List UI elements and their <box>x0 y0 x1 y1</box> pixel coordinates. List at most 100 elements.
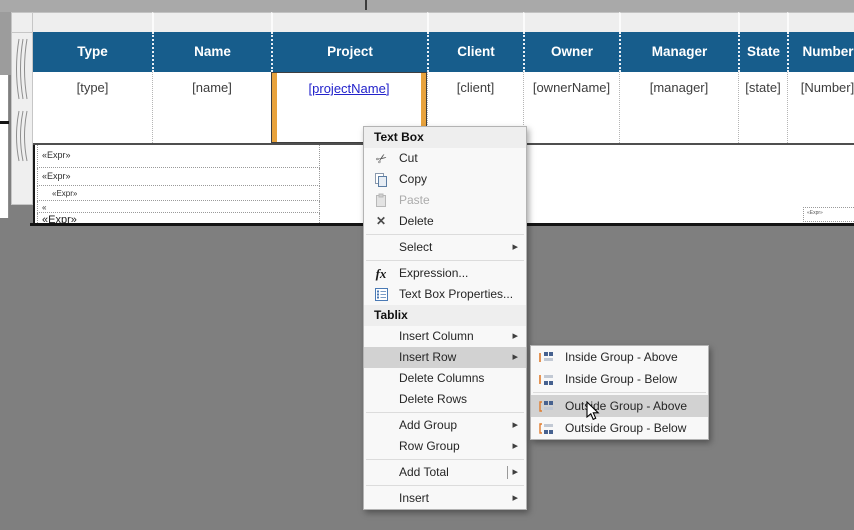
submenu-item-outside-group-above[interactable]: Outside Group - Above <box>531 395 708 417</box>
data-cell-name[interactable]: [name] <box>152 72 271 143</box>
menu-separator <box>366 260 524 261</box>
report-designer-canvas: Type Name Project Client Owner Manager S… <box>0 0 854 530</box>
menu-item-delete-rows[interactable]: Delete Rows <box>364 389 526 410</box>
submenu-item-outside-group-below[interactable]: Outside Group - Below <box>531 417 708 439</box>
column-handle[interactable] <box>738 12 787 32</box>
split-button-divider <box>507 466 508 479</box>
menu-item-delete-columns[interactable]: Delete Columns <box>364 368 526 389</box>
menu-item-label: Insert Row <box>399 350 457 364</box>
submenu-item-inside-group-below[interactable]: Inside Group - Below <box>531 368 708 390</box>
header-cell-state[interactable]: State <box>738 32 787 72</box>
column-handle[interactable] <box>152 12 271 32</box>
context-menu: Text Box ✂ Cut Copy Paste ✕ Delete Selec… <box>363 126 527 510</box>
column-handle[interactable] <box>619 12 738 32</box>
menu-item-label: Delete Columns <box>399 371 485 385</box>
menu-item-text-box-properties[interactable]: Text Box Properties... <box>364 284 526 305</box>
header-cell-name[interactable]: Name <box>152 32 271 72</box>
menu-item-label: Expression... <box>399 266 469 280</box>
table-header-row: Type Name Project Client Owner Manager S… <box>33 32 854 72</box>
project-name-link[interactable]: [projectName] <box>309 81 390 96</box>
row-handle-column[interactable] <box>11 12 33 205</box>
menu-item-label: Cut <box>399 151 418 165</box>
submenu-item-inside-group-above[interactable]: Inside Group - Above <box>531 346 708 368</box>
menu-item-paste[interactable]: Paste <box>364 190 526 211</box>
menu-item-label: Delete <box>399 214 434 228</box>
column-handle[interactable] <box>787 12 854 32</box>
menu-item-add-total[interactable]: Add Total <box>364 462 526 483</box>
menu-item-label: Text Box Properties... <box>399 287 514 301</box>
menu-item-cut[interactable]: ✂ Cut <box>364 148 526 169</box>
menu-item-expression[interactable]: fx Expression... <box>364 263 526 284</box>
column-handle[interactable] <box>33 12 152 32</box>
submenu-item-label: Inside Group - Above <box>565 350 678 364</box>
header-cell-type[interactable]: Type <box>33 32 152 72</box>
page-number-textbox[interactable]: «Expr» <box>803 207 854 222</box>
insert-row-inside-below-icon <box>538 372 555 394</box>
menu-item-insert-row[interactable]: Insert Row <box>364 347 526 368</box>
menu-item-row-group[interactable]: Row Group <box>364 436 526 457</box>
selection-handle-left[interactable] <box>272 73 277 142</box>
submenu-item-label: Outside Group - Above <box>565 399 688 413</box>
menu-item-label: Delete Rows <box>399 392 468 406</box>
paste-icon <box>371 190 391 211</box>
menu-section-header-textbox: Text Box <box>364 127 526 148</box>
menu-separator <box>366 412 524 413</box>
data-cell-owner[interactable]: [ownerName] <box>523 72 619 143</box>
fx-icon: fx <box>375 266 387 281</box>
menu-item-copy[interactable]: Copy <box>364 169 526 190</box>
page-left-margin <box>0 75 9 218</box>
footer-textboxes: «Expr» «Expr» «Expr» « «Expr» <box>37 145 320 225</box>
menu-item-label: Select <box>399 240 433 254</box>
footer-expression-textbox[interactable]: « <box>37 201 320 213</box>
column-handles-row <box>33 12 854 32</box>
menu-separator <box>366 459 524 460</box>
header-cell-owner[interactable]: Owner <box>523 32 619 72</box>
menu-item-label: Paste <box>399 193 430 207</box>
menu-item-label: Insert Column <box>399 329 474 343</box>
menu-separator <box>366 234 524 235</box>
ruler-tick <box>365 0 367 10</box>
insert-row-outside-below-icon <box>538 421 555 443</box>
menu-item-label: Add Total <box>399 465 449 479</box>
menu-item-delete[interactable]: ✕ Delete <box>364 211 526 232</box>
submenu-item-label: Outside Group - Below <box>565 421 687 435</box>
header-cell-client[interactable]: Client <box>427 32 523 72</box>
header-cell-number[interactable]: Number <box>787 32 854 72</box>
header-cell-project[interactable]: Project <box>271 32 427 72</box>
properties-icon <box>371 284 391 305</box>
menu-item-label: Add Group <box>399 418 458 432</box>
row-group-bracket-icon[interactable] <box>12 33 32 105</box>
submenu-item-label: Inside Group - Below <box>565 372 678 386</box>
tablix-corner-handle[interactable] <box>12 13 32 33</box>
menu-item-add-group[interactable]: Add Group <box>364 415 526 436</box>
menu-item-insert-column[interactable]: Insert Column <box>364 326 526 347</box>
data-cell-type[interactable]: [type] <box>33 72 152 143</box>
menu-separator <box>533 392 706 393</box>
menu-item-label: Insert <box>399 491 430 505</box>
menu-section-header-tablix: Tablix <box>364 305 526 326</box>
copy-icon <box>371 169 391 190</box>
row-group-bracket-icon[interactable] <box>12 105 32 167</box>
footer-expression-textbox[interactable]: «Expr» <box>37 186 320 201</box>
delete-icon: ✕ <box>375 214 387 228</box>
data-cell-number[interactable]: [Number] <box>787 72 854 143</box>
cut-icon: ✂ <box>372 149 390 168</box>
data-cell-manager[interactable]: [manager] <box>619 72 738 143</box>
column-handle[interactable] <box>271 12 427 32</box>
left-ruler-strip <box>0 12 11 75</box>
footer-expression-textbox[interactable]: «Expr» <box>37 168 320 186</box>
mouse-cursor <box>586 400 602 423</box>
menu-item-label: Row Group <box>399 439 460 453</box>
column-handle[interactable] <box>523 12 619 32</box>
menu-item-insert[interactable]: Insert <box>364 488 526 509</box>
top-ruler-strip <box>0 0 854 12</box>
margin-tick <box>0 121 9 124</box>
footer-expression-textbox[interactable]: «Expr» <box>37 145 320 168</box>
menu-item-label: Copy <box>399 172 428 186</box>
insert-row-submenu: Inside Group - Above Inside Group - Belo… <box>530 345 709 440</box>
menu-item-select[interactable]: Select <box>364 237 526 258</box>
column-handle[interactable] <box>427 12 523 32</box>
menu-separator <box>366 485 524 486</box>
header-cell-manager[interactable]: Manager <box>619 32 738 72</box>
data-cell-state[interactable]: [state] <box>738 72 787 143</box>
